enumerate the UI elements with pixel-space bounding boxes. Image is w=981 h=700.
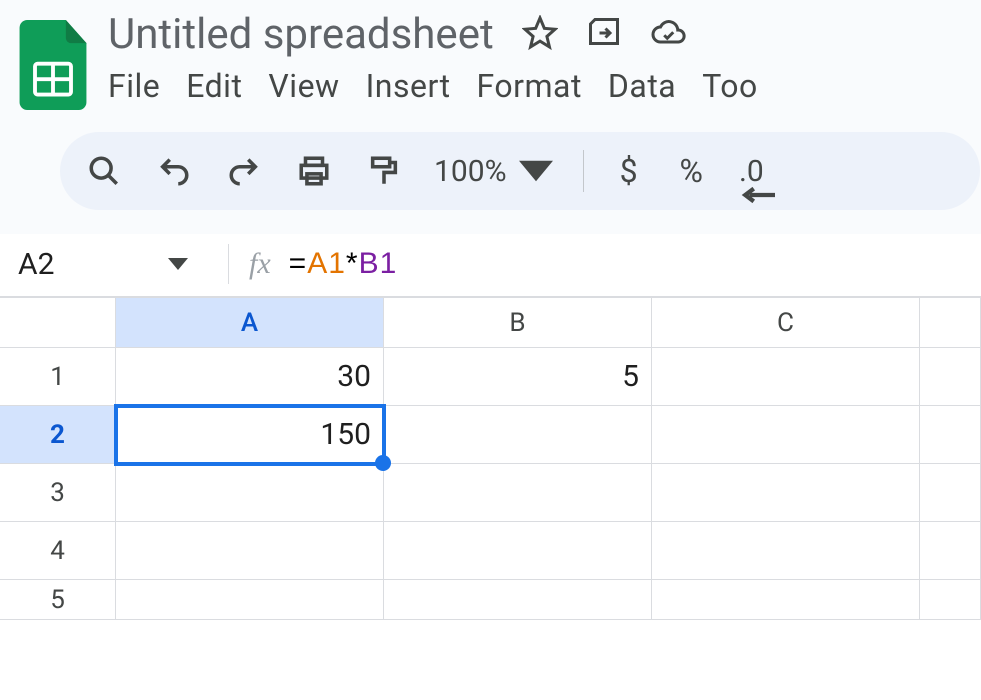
cell-d3[interactable] bbox=[920, 464, 981, 522]
toolbar-container: 100% $ % .0 bbox=[0, 114, 981, 234]
cell-c2[interactable] bbox=[652, 406, 920, 464]
toolbar-separator bbox=[583, 150, 584, 192]
cell-c5[interactable] bbox=[652, 580, 920, 620]
menu-bar: File Edit View Insert Format Data Too bbox=[108, 67, 981, 105]
toolbar: 100% $ % .0 bbox=[60, 132, 980, 210]
formula-ref-b1: B1 bbox=[359, 247, 398, 280]
document-title[interactable]: Untitled spreadsheet bbox=[108, 10, 494, 59]
redo-icon[interactable] bbox=[224, 154, 264, 188]
row-header-3[interactable]: 3 bbox=[0, 464, 116, 522]
cell-a5[interactable] bbox=[116, 580, 384, 620]
star-icon[interactable] bbox=[522, 15, 558, 55]
cloud-status-icon[interactable] bbox=[650, 15, 686, 55]
menu-format[interactable]: Format bbox=[477, 67, 582, 105]
column-header-b[interactable]: B bbox=[384, 298, 652, 348]
formula-separator bbox=[228, 244, 229, 284]
formula-ref-a1: A1 bbox=[307, 247, 346, 280]
row-header-5[interactable]: 5 bbox=[0, 580, 116, 620]
spreadsheet-grid: A B C 1 30 5 2 150 3 4 5 bbox=[0, 296, 981, 620]
cell-a2[interactable]: 150 bbox=[116, 406, 384, 464]
paint-format-icon[interactable] bbox=[364, 154, 404, 188]
print-icon[interactable] bbox=[294, 154, 334, 188]
row-header-2[interactable]: 2 bbox=[0, 406, 116, 464]
menu-tools[interactable]: Too bbox=[702, 67, 758, 105]
search-icon[interactable] bbox=[84, 154, 124, 188]
zoom-value: 100% bbox=[434, 154, 507, 189]
name-box[interactable]: A2 bbox=[18, 247, 208, 282]
formula-eq: = bbox=[289, 247, 308, 280]
cell-d1[interactable] bbox=[920, 348, 981, 406]
name-box-value: A2 bbox=[18, 247, 54, 282]
cell-d2[interactable] bbox=[920, 406, 981, 464]
menu-insert[interactable]: Insert bbox=[366, 67, 451, 105]
formula-input[interactable]: =A1*B1 bbox=[289, 247, 398, 281]
cell-d4[interactable] bbox=[920, 522, 981, 580]
column-header-a[interactable]: A bbox=[116, 298, 384, 348]
row-header-1[interactable]: 1 bbox=[0, 348, 116, 406]
cell-b3[interactable] bbox=[384, 464, 652, 522]
cell-c1[interactable] bbox=[652, 348, 920, 406]
chevron-down-icon bbox=[168, 254, 188, 274]
app-header: Untitled spreadsheet File Edit View Inse… bbox=[0, 0, 981, 114]
menu-file[interactable]: File bbox=[108, 67, 160, 105]
row-header-4[interactable]: 4 bbox=[0, 522, 116, 580]
decrease-decimal-button[interactable]: .0 bbox=[739, 154, 764, 189]
cell-b1[interactable]: 5 bbox=[384, 348, 652, 406]
cell-b4[interactable] bbox=[384, 522, 652, 580]
menu-data[interactable]: Data bbox=[608, 67, 676, 105]
chevron-down-icon bbox=[519, 154, 553, 188]
menu-view[interactable]: View bbox=[268, 67, 339, 105]
cell-a4[interactable] bbox=[116, 522, 384, 580]
select-all-corner[interactable] bbox=[0, 298, 116, 348]
currency-button[interactable]: $ bbox=[614, 152, 644, 190]
cell-d5[interactable] bbox=[920, 580, 981, 620]
cell-c3[interactable] bbox=[652, 464, 920, 522]
cell-b5[interactable] bbox=[384, 580, 652, 620]
cell-b2[interactable] bbox=[384, 406, 652, 464]
formula-op: * bbox=[346, 247, 359, 280]
cell-c4[interactable] bbox=[652, 522, 920, 580]
cell-a1[interactable]: 30 bbox=[116, 348, 384, 406]
fx-icon: fx bbox=[249, 247, 271, 281]
move-icon[interactable] bbox=[586, 15, 622, 55]
undo-icon[interactable] bbox=[154, 154, 194, 188]
formula-bar: A2 fx =A1*B1 bbox=[0, 234, 981, 296]
sheets-logo-icon bbox=[18, 20, 88, 110]
column-header-extra[interactable] bbox=[920, 298, 981, 348]
cell-a3[interactable] bbox=[116, 464, 384, 522]
percent-button[interactable]: % bbox=[674, 152, 709, 190]
zoom-dropdown[interactable]: 100% bbox=[434, 154, 553, 189]
column-header-c[interactable]: C bbox=[652, 298, 920, 348]
menu-edit[interactable]: Edit bbox=[186, 67, 242, 105]
